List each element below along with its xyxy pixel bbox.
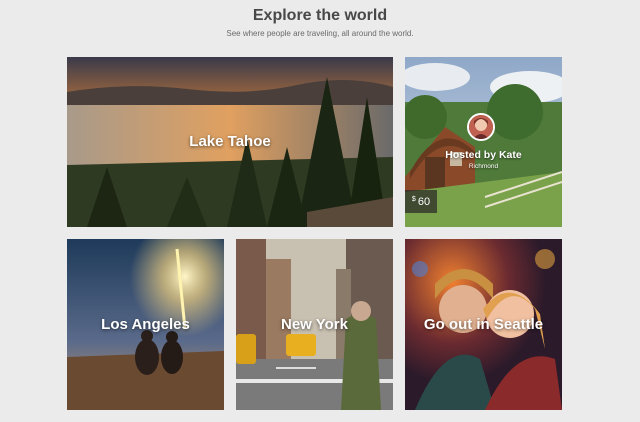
- host-card-kate[interactable]: Hosted by Kate Richmond $ 60: [405, 57, 562, 227]
- destination-card-seattle[interactable]: Go out in Seattle: [405, 239, 562, 410]
- page-title: Explore the world: [252, 7, 388, 24]
- card-label-lake-tahoe: Lake Tahoe: [189, 133, 271, 150]
- card-label-seattle: Go out in Seattle: [423, 316, 544, 333]
- host-avatar[interactable]: [467, 113, 495, 141]
- price-tag: $ 60: [405, 190, 437, 213]
- host-location: Richmond: [468, 163, 499, 170]
- card-label-new-york: New York: [281, 316, 348, 333]
- price-value: 60: [417, 195, 431, 208]
- page-subtitle: See where people are traveling, all arou…: [226, 29, 414, 38]
- destination-card-lake-tahoe[interactable]: Lake Tahoe: [67, 57, 393, 227]
- host-name: Hosted by Kate: [445, 149, 522, 161]
- destination-card-new-york[interactable]: New York: [236, 239, 393, 410]
- price-currency: $: [411, 196, 416, 203]
- card-label-los-angeles: Los Angeles: [101, 316, 190, 333]
- destination-card-los-angeles[interactable]: Los Angeles: [67, 239, 224, 410]
